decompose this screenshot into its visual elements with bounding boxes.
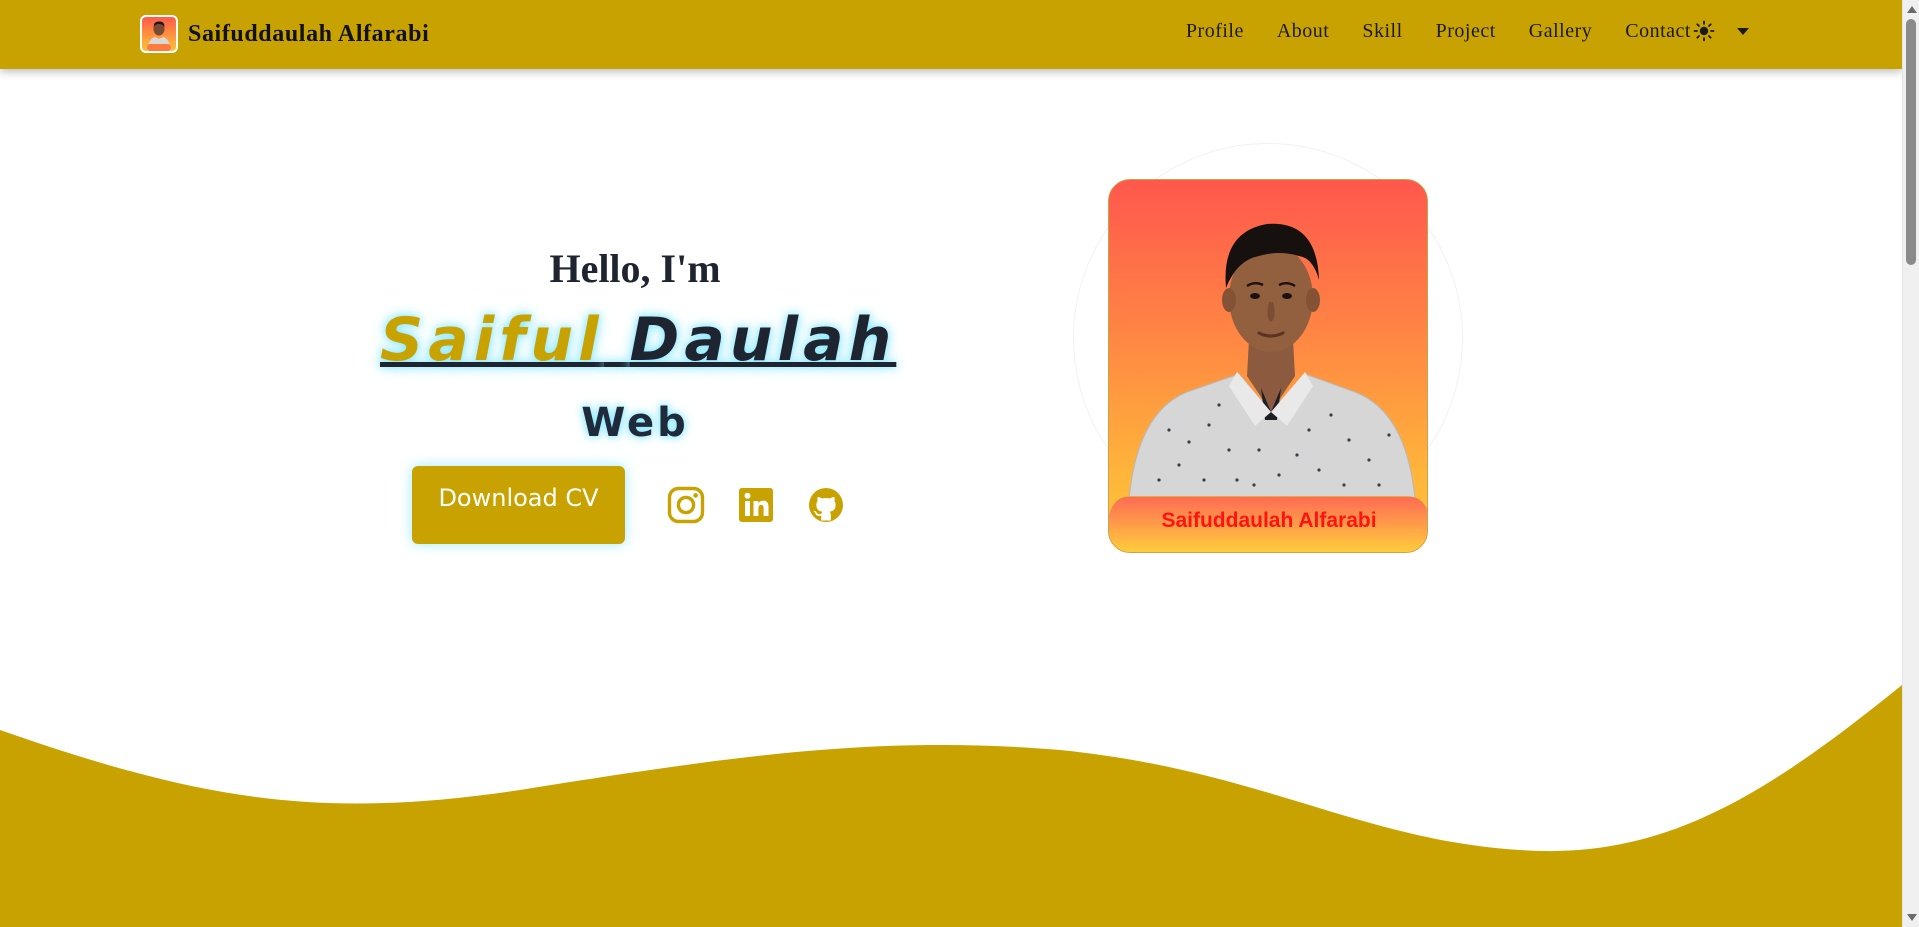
hero-name-last: Daulah — [629, 305, 897, 375]
hero-greeting: Hello, I'm — [549, 246, 721, 291]
nav-item-contact[interactable]: Contact — [1625, 20, 1691, 43]
profile-card-label: Saifuddaulah Alfarabi — [1109, 496, 1427, 552]
instagram-icon[interactable] — [666, 485, 706, 525]
github-icon[interactable] — [806, 485, 846, 525]
brand-avatar — [140, 15, 178, 53]
nav-item-skill[interactable]: Skill — [1362, 20, 1402, 43]
scroll-down-icon[interactable] — [1907, 914, 1917, 921]
nav-item-about[interactable]: About — [1277, 20, 1330, 43]
scroll-up-icon[interactable] — [1907, 6, 1917, 13]
nav-menu: Profile About Skill Project Gallery Cont… — [1153, 20, 1691, 43]
hero-name: Saiful Daulah — [380, 310, 891, 370]
scrollbar-thumb[interactable] — [1906, 19, 1916, 265]
bottom-wave — [0, 685, 1902, 927]
hero-name-first: Saiful — [380, 305, 604, 375]
theme-toggle[interactable] — [1693, 20, 1749, 47]
nav-item-gallery[interactable]: Gallery — [1529, 20, 1592, 43]
download-cv-button[interactable]: Download CV — [412, 466, 625, 544]
caret-down-icon — [1737, 28, 1749, 35]
hero-role: Web — [581, 400, 689, 446]
brand-name: Saifuddaulah Alfarabi — [188, 20, 430, 47]
sun-icon — [1693, 20, 1715, 47]
brand[interactable]: Saifuddaulah Alfarabi — [140, 14, 429, 54]
nav-item-project[interactable]: Project — [1436, 20, 1496, 43]
social-links — [666, 485, 876, 525]
linkedin-icon[interactable] — [736, 485, 776, 525]
page-scrollbar[interactable] — [1902, 0, 1919, 927]
profile-photo — [1128, 223, 1416, 500]
navbar: Saifuddaulah Alfarabi Profile About Skil… — [0, 0, 1902, 69]
hero-text: Hello, I'm Saiful Daulah Web — [380, 245, 891, 446]
hero-actions: Download CV — [412, 466, 876, 544]
nav-item-profile[interactable]: Profile — [1186, 20, 1244, 43]
profile-card: Saifuddaulah Alfarabi — [1108, 179, 1428, 553]
